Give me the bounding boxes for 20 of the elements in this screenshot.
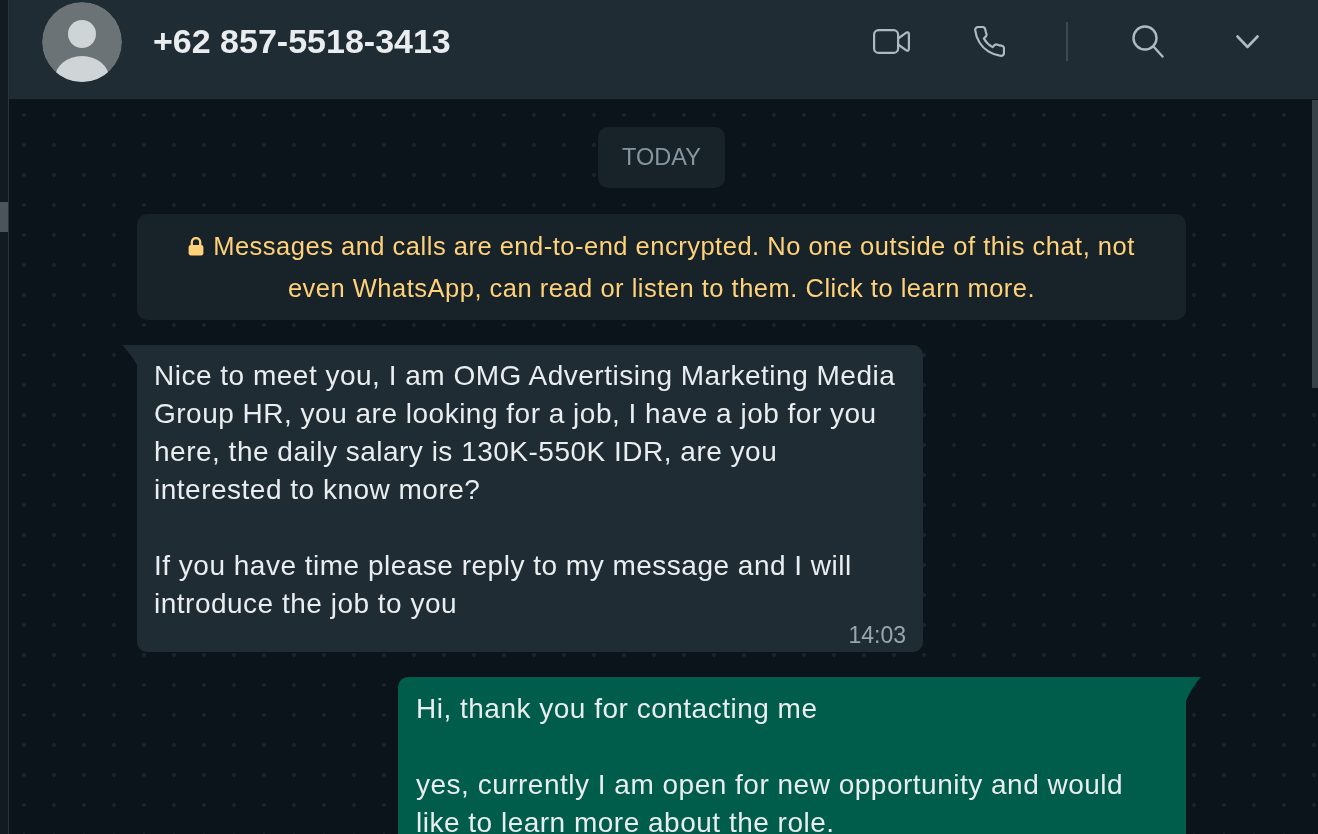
phone-icon [974, 26, 1005, 57]
message-text: yes, currently I am open for new opportunity and would like to learn more about the role. [416, 768, 1125, 834]
chevron-down-icon [1236, 34, 1259, 49]
video-camera-icon [873, 29, 910, 54]
message-text: Nice to meet you, I am OMG Advertising Marketing Media Group HR, you are looking for a job, I have a job for you here, the daily salary is 130K-550K IDR, are you interested to know more? [154, 359, 897, 507]
message-time: 14:03 [848, 624, 906, 646]
menu-dropdown-button[interactable] [1236, 34, 1259, 49]
voice-call-button[interactable] [974, 26, 1005, 57]
scrollbar-thumb[interactable] [1312, 100, 1318, 388]
encryption-notice[interactable]: Messages and calls are end-to-end encrypted. No one outside of this chat, not even WhatsApp, can read or listen to them. Click to learn more. [137, 214, 1186, 320]
scrollbar-thumb[interactable] [0, 202, 8, 232]
avatar-silhouette-icon [42, 1, 122, 82]
search-button[interactable] [1132, 25, 1164, 58]
video-call-button[interactable] [873, 29, 910, 54]
lock-icon [188, 237, 205, 256]
encryption-notice-text: Messages and calls are end-to-end encrypted. No one outside of this chat, not even WhatsApp, can read or listen to them. Click to learn more. [213, 232, 1135, 302]
message-text: If you have time please reply to my message and I will introduce the job to you [154, 549, 853, 621]
contact-name: +62 857-5518-3413 [153, 21, 451, 62]
message-text: Hi, thank you for contacting me [416, 692, 819, 726]
search-icon [1132, 25, 1164, 58]
